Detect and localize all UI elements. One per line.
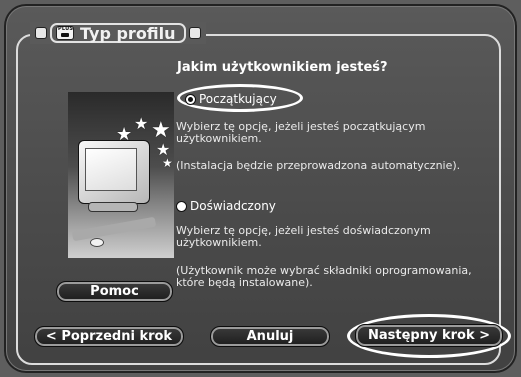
radio-selected-icon[interactable] bbox=[185, 93, 196, 105]
title-right-knob-icon bbox=[189, 28, 200, 38]
option-note-advanced: (Użytkownik może wybrać składniki oprogr… bbox=[176, 264, 472, 289]
question-heading: Jakim użytkownikiem jesteś? bbox=[177, 60, 388, 75]
monitor-base bbox=[88, 202, 138, 212]
option-note-beginner: (Instalacja będzie przeprowadzona automa… bbox=[176, 159, 461, 172]
dialog-title-box: PLUS Typ profilu bbox=[50, 23, 186, 43]
mouse-icon bbox=[90, 238, 104, 247]
star-icon: ★ bbox=[162, 156, 173, 170]
dialog-title: Typ profilu bbox=[80, 23, 176, 43]
radio-option-advanced[interactable]: Doświadczony bbox=[176, 199, 276, 213]
radio-label-beginner[interactable]: Początkujący bbox=[199, 92, 277, 106]
radio-unselected-icon[interactable] bbox=[176, 200, 187, 212]
monitor-screen bbox=[85, 148, 137, 191]
cancel-button[interactable]: Anuluj bbox=[210, 326, 330, 347]
option-description-beginner: Wybierz tę opcję, jeżeli jesteś początku… bbox=[176, 120, 426, 145]
logo-text: PLUS bbox=[58, 26, 74, 32]
star-icon: ★ bbox=[134, 114, 149, 133]
computer-illustration-icon: ★ ★ ★ ★ ★ bbox=[68, 92, 174, 258]
help-button[interactable]: Pomoc bbox=[56, 281, 173, 302]
radio-label-advanced[interactable]: Doświadczony bbox=[190, 199, 276, 213]
back-button[interactable]: < Poprzedni krok bbox=[34, 326, 184, 347]
next-button[interactable]: Następny krok > bbox=[355, 324, 503, 347]
dialog-window: PLUS Typ profilu ★ ★ ★ ★ ★ Jakim użytkow… bbox=[4, 4, 517, 373]
title-left-knob-icon bbox=[36, 28, 46, 38]
option-description-advanced: Wybierz tę opcję, jeżeli jesteś doświadc… bbox=[176, 224, 431, 249]
radio-option-beginner[interactable]: Początkujący bbox=[185, 92, 277, 106]
keyboard bbox=[71, 216, 157, 242]
plus-logo-icon: PLUS bbox=[56, 26, 74, 40]
dialog-title-bar: PLUS Typ profilu bbox=[30, 22, 206, 44]
